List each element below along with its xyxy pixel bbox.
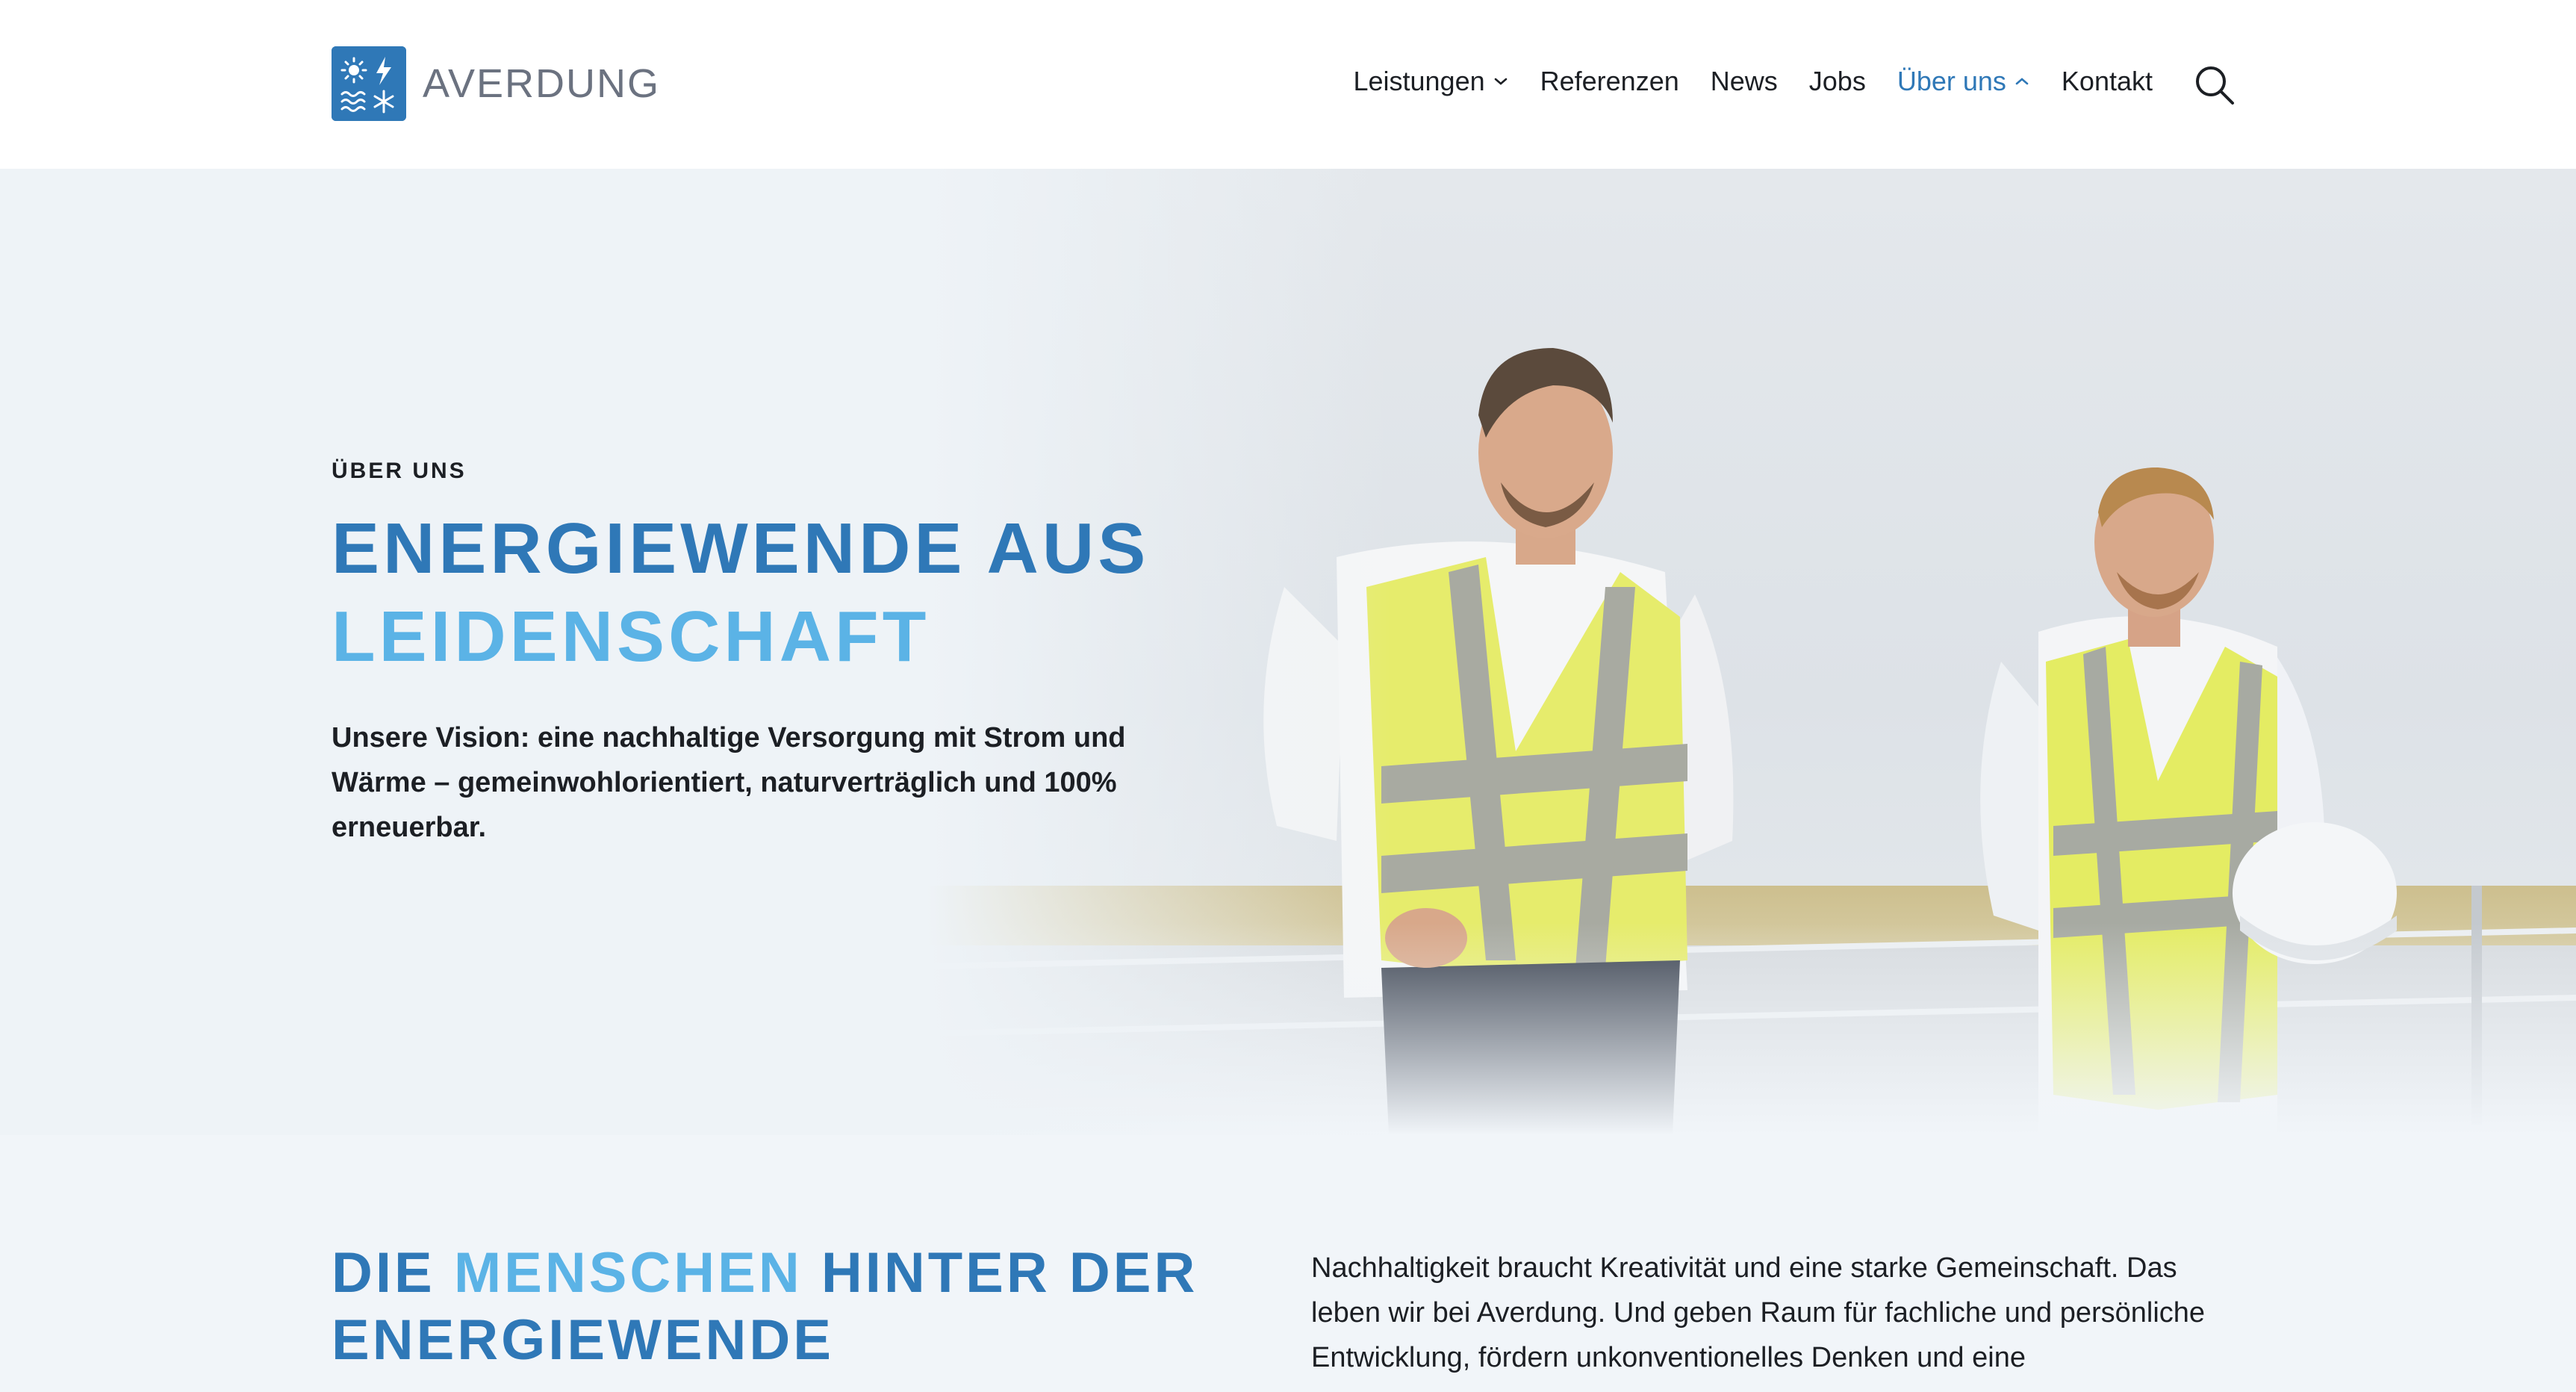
nav-item-ueber-uns[interactable]: Über uns [1897, 66, 2030, 97]
chevron-down-icon [1494, 78, 1507, 85]
nav-item-label: News [1710, 66, 1778, 96]
brand-name: AVERDUNG [423, 61, 661, 106]
section-title-accent: MENSCHEN [453, 1241, 803, 1305]
section-title-part1: DIE [332, 1241, 435, 1305]
section-title-line2: ENERGIEWENDE [332, 1308, 834, 1372]
search-button[interactable] [2194, 64, 2236, 106]
nav-item-leistungen[interactable]: Leistungen [1353, 66, 1508, 97]
hero-title-line1: ENERGIEWENDE AUS [332, 509, 1150, 588]
section-body-text: Nachhaltigkeit braucht Kreativität und e… [1311, 1252, 2206, 1373]
main-nav: Leistungen Referenzen News Jobs Über uns… [1353, 66, 2236, 97]
nav-item-news[interactable]: News [1711, 66, 1778, 97]
hero-title-line2: LEIDENSCHAFT [332, 597, 930, 677]
nav-item-kontakt[interactable]: Kontakt [2062, 66, 2153, 97]
hero-lead-text: Unsere Vision: eine nachhaltige Versorgu… [332, 722, 1126, 843]
brand-logo-link[interactable]: AVERDUNG [332, 46, 660, 121]
nav-item-label: Leistungen [1353, 66, 1485, 96]
search-icon [2196, 66, 2234, 105]
nav-item-label: Kontakt [2061, 66, 2153, 96]
hero-eyebrow: ÜBER UNS [332, 459, 467, 483]
nav-item-label: Über uns [1897, 66, 2006, 96]
nav-item-label: Referenzen [1540, 66, 1679, 96]
brand-logo-icon [332, 46, 406, 121]
site-header: AVERDUNG Leistungen Referenzen News Jobs… [0, 0, 2576, 169]
nav-item-referenzen[interactable]: Referenzen [1540, 66, 1679, 97]
nav-item-jobs[interactable]: Jobs [1809, 66, 1866, 97]
section-title-part2: HINTER DER [821, 1241, 1198, 1305]
hero-section: ÜBER UNS ENERGIEWENDE AUS LEIDENSCHAFT U… [0, 169, 2576, 1135]
section-title: DIE MENSCHEN HINTER DER ENERGIEWENDE [332, 1240, 1198, 1374]
nav-item-label: Jobs [1808, 66, 1866, 96]
chevron-up-icon [2015, 78, 2029, 85]
hero-title: ENERGIEWENDE AUS LEIDENSCHAFT [332, 505, 1149, 681]
